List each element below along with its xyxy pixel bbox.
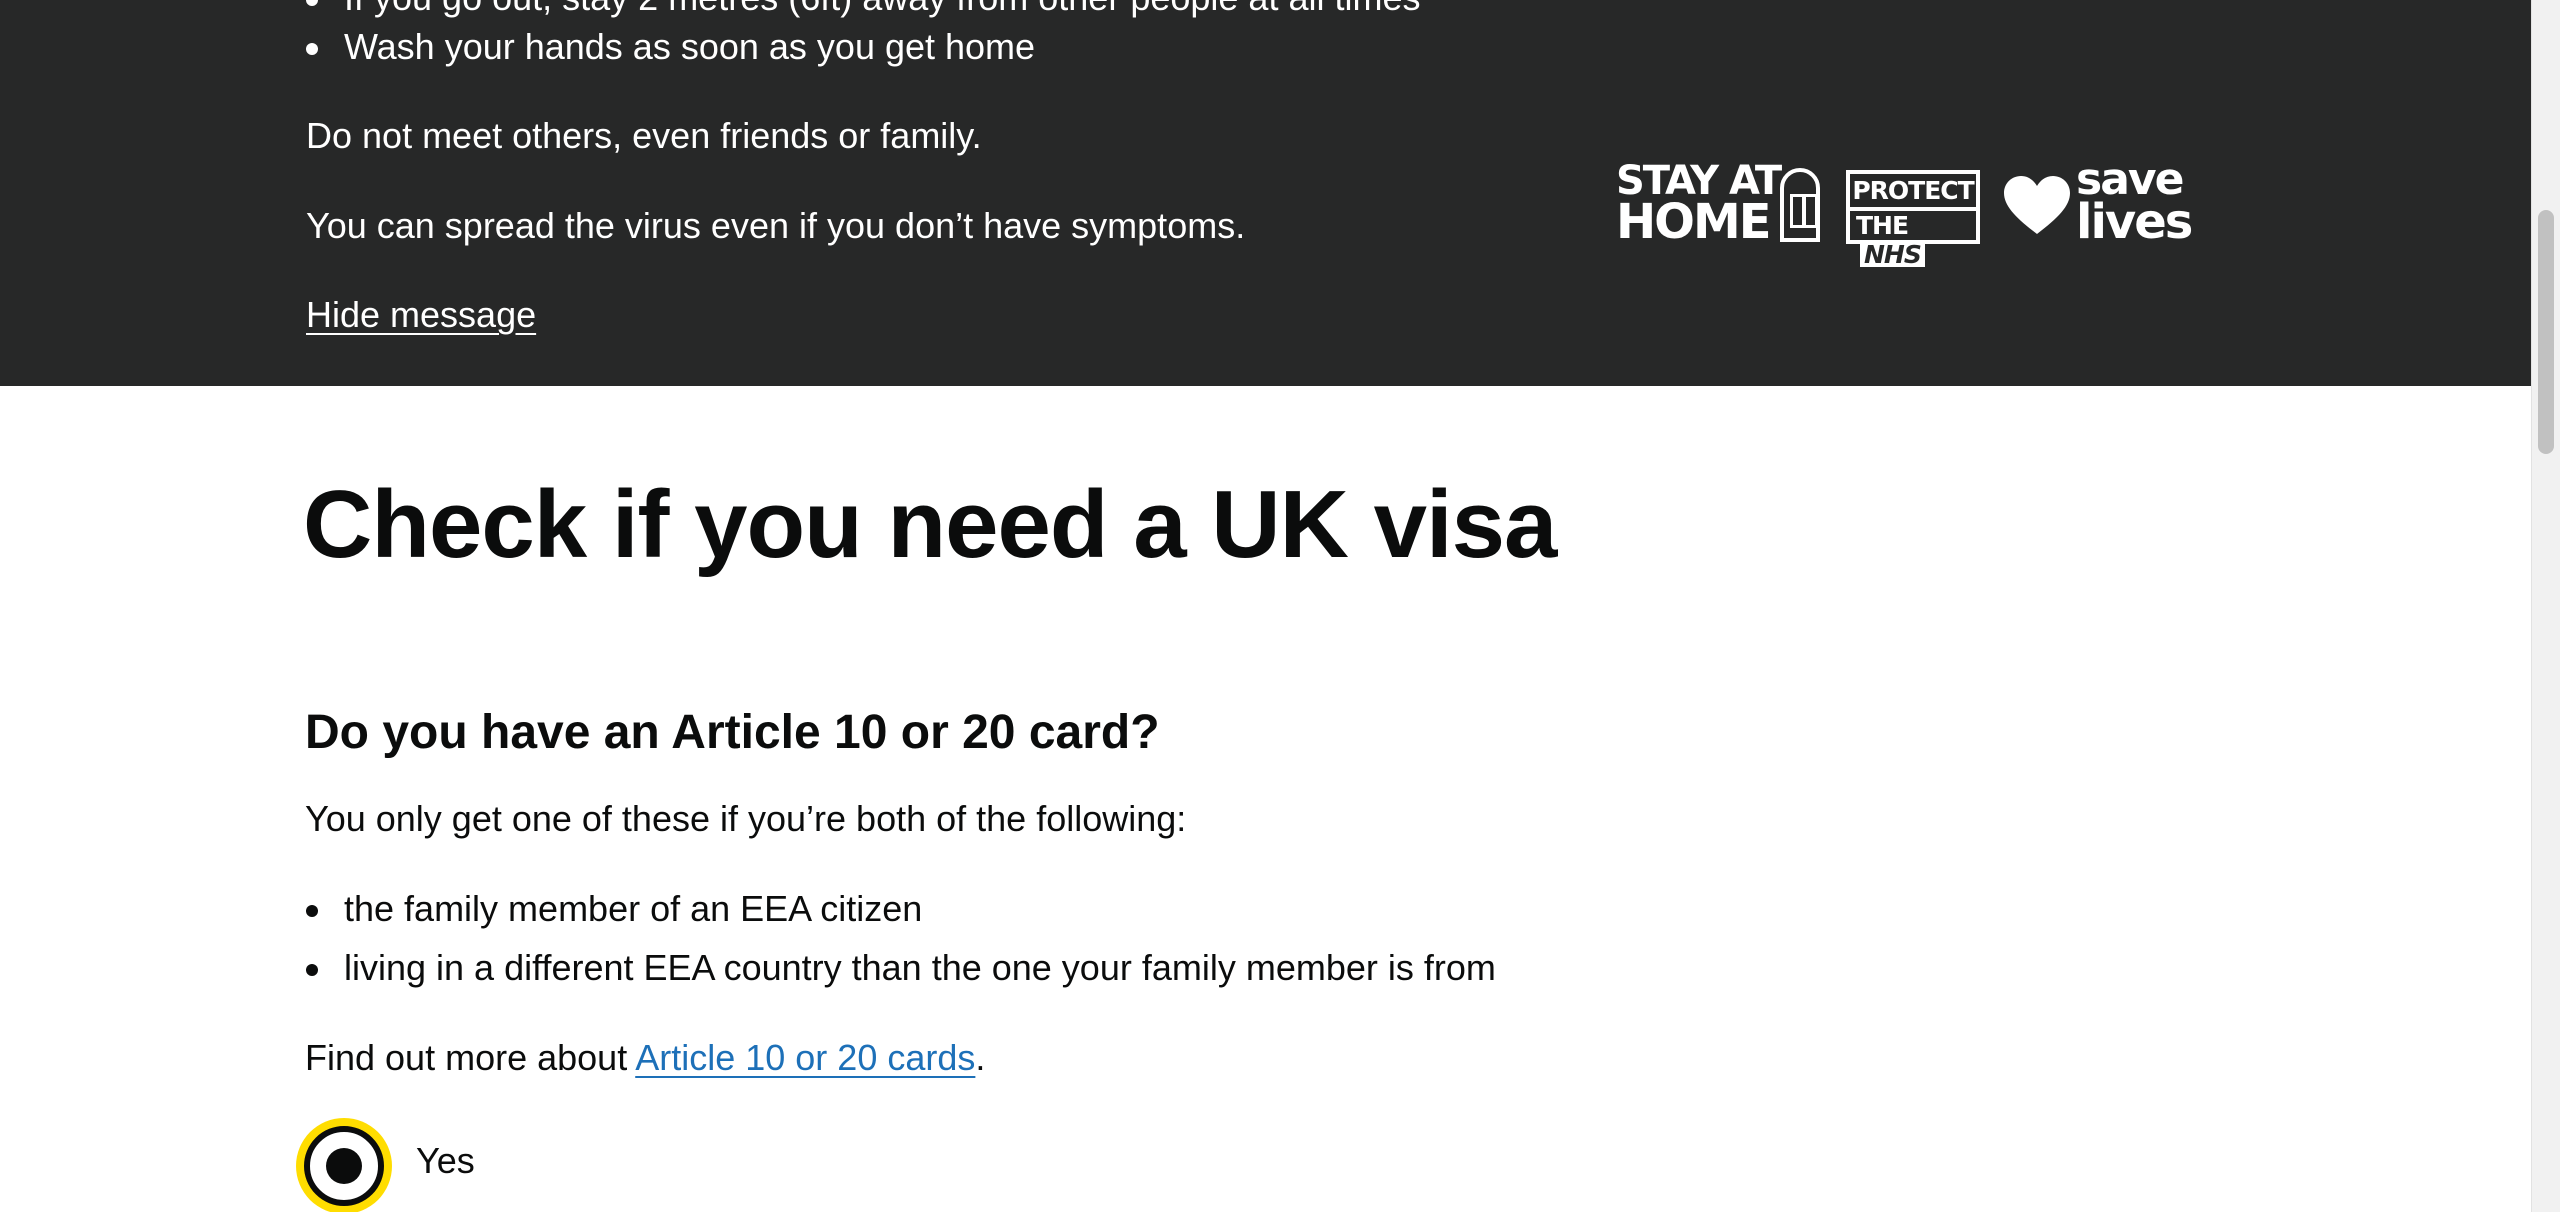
bullet-marker (306, 0, 318, 6)
radio-yes-label[interactable]: Yes (416, 1138, 475, 1184)
find-out-suffix: . (975, 1037, 986, 1078)
find-out-prefix: Find out more about (305, 1037, 636, 1078)
bullet-marker (306, 905, 318, 917)
heart-icon (2004, 176, 2070, 234)
list-item-text: living in a different EEA country than t… (344, 947, 1496, 988)
logo-text: PROTECT (1852, 176, 1974, 205)
protect-the-nhs-logo: PROTECT THENHS (1846, 170, 1980, 267)
logo-text: lives (2076, 194, 2193, 250)
logo-text: THE (1856, 211, 1909, 240)
banner-para-spread-virus: You can spread the virus even if you don… (306, 205, 1246, 246)
logo-text: HOME (1616, 194, 1772, 250)
intro-text: You only get one of these if you’re both… (305, 798, 1187, 839)
page: If you go out, stay 2 metres (6ft) away … (0, 0, 2560, 1212)
bullet-marker (306, 964, 318, 976)
radio-selected-dot (326, 1148, 362, 1184)
bullet-text: Wash your hands as soon as you get home (344, 26, 1036, 67)
bullet-marker (306, 43, 318, 55)
stay-at-home-logo: STAY AT HOME (1616, 158, 1822, 250)
coronavirus-banner: If you go out, stay 2 metres (6ft) away … (0, 0, 2531, 386)
nhs-logo: NHS (1860, 242, 1925, 267)
save-lives-logo: save lives (2004, 156, 2204, 250)
banner-bullet-distance: If you go out, stay 2 metres (6ft) away … (344, 0, 1420, 18)
vertical-scrollbar[interactable] (2531, 0, 2560, 1212)
radio-yes[interactable] (304, 1126, 384, 1206)
find-out-more-text: Find out more about Article 10 or 20 car… (305, 1035, 985, 1081)
door-icon (1780, 168, 1820, 242)
article-10-20-cards-link[interactable]: Article 10 or 20 cards (635, 1037, 975, 1078)
banner-para-do-not-meet: Do not meet others, even friends or fami… (306, 115, 982, 156)
scrollbar-thumb[interactable] (2538, 210, 2554, 454)
list-item-text: the family member of an EEA citizen (344, 888, 923, 929)
logo-text-row: THENHS (1850, 207, 1976, 267)
page-title: Check if you need a UK visa (303, 471, 1557, 578)
question-heading: Do you have an Article 10 or 20 card? (305, 706, 1160, 759)
hide-message-link[interactable]: Hide message (306, 292, 536, 338)
